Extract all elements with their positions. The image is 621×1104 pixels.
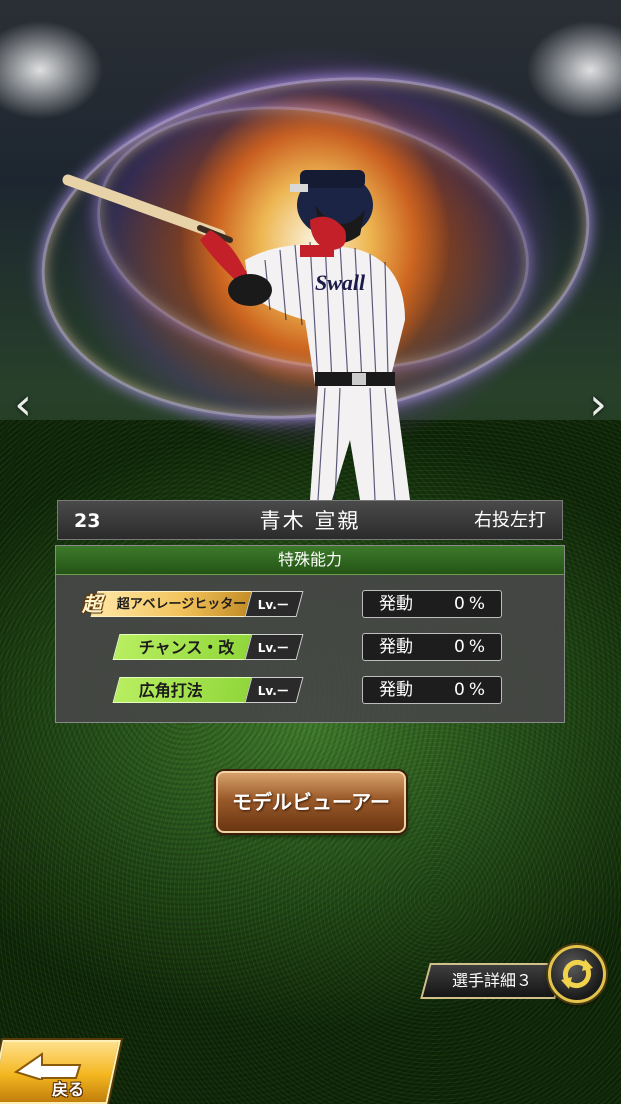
ability-row[interactable]: 広角打法 Lv.ー 発動 0% — [56, 676, 564, 707]
ability-row[interactable]: 超アベレージヒッター 超 Lv.ー 発動 0% — [56, 590, 564, 621]
swap-arrows-icon — [561, 959, 593, 989]
svg-text:Swall: Swall — [315, 270, 366, 295]
ability-label: 広角打法 — [112, 677, 258, 703]
previous-player-arrow-icon[interactable]: ‹ — [8, 380, 38, 430]
player-illustration: Swall — [62, 170, 410, 500]
back-label: 戻る — [52, 1080, 85, 1099]
ability-level: Lv.ー — [244, 677, 304, 703]
trigger-rate: 発動 0% — [362, 676, 502, 704]
player-info-bar: 23 青木 宣親 右投左打 — [57, 500, 563, 540]
trigger-rate: 発動 0% — [362, 633, 502, 661]
ability-level: Lv.ー — [244, 591, 304, 617]
trigger-rate: 発動 0% — [362, 590, 502, 618]
next-player-arrow-icon[interactable]: › — [583, 380, 613, 430]
model-viewer-button[interactable]: モデルビューアー — [216, 771, 406, 833]
special-abilities-panel: 特殊能力 超アベレージヒッター 超 Lv.ー 発動 0% チャンス・改 Lv.ー… — [55, 545, 565, 723]
ability-label: チャンス・改 — [112, 634, 258, 660]
throw-bat-style: 右投左打 — [474, 510, 546, 531]
panel-title: 特殊能力 — [56, 546, 564, 575]
ability-level: Lv.ー — [244, 634, 304, 660]
swap-button[interactable] — [548, 945, 606, 1003]
player-detail-tab[interactable]: 選手詳細３ — [420, 963, 565, 999]
ability-row[interactable]: チャンス・改 Lv.ー 発動 0% — [56, 633, 564, 664]
super-badge-icon: 超 — [82, 592, 102, 616]
